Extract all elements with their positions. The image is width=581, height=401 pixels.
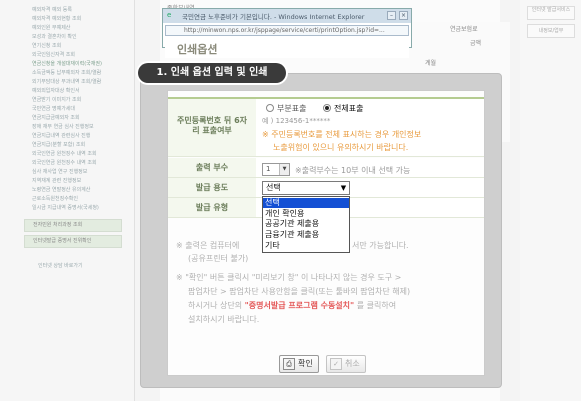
bg-menu-item[interactable]: 연금지급내역 관련심사 진행 bbox=[32, 132, 90, 139]
bg-menu-item[interactable]: 연금신청을 개설대재이력(국재권) bbox=[32, 60, 102, 67]
confirm-button[interactable]: ⎙ 확인 bbox=[279, 355, 319, 373]
radio-full-label[interactable]: 전체표출 bbox=[334, 103, 363, 114]
note-popup-3: 하시거나 상단의 "증명서발급 프로그램 수동설치" 를 클릭하여 bbox=[188, 300, 396, 311]
bg-menu-item[interactable]: 모성과 결혼차이 확인 bbox=[32, 33, 77, 40]
bg-menu-item[interactable]: 외국인임신자격 조회 bbox=[32, 51, 75, 58]
check-icon: ✓ bbox=[330, 358, 342, 370]
cancel-button-label: 취소 bbox=[345, 359, 360, 368]
bg-menu-item[interactable]: 지역재계 관련 진행정보 bbox=[32, 177, 81, 184]
note-popup-1: ※ "확인" 버튼 클릭시 "미리보기 창" 이 나타나지 않는 경우 도구 > bbox=[176, 273, 402, 282]
bg-menu-item[interactable]: 노령연금 연말정산 유의계산 bbox=[32, 186, 90, 193]
bg-right-button[interactable]: 내정보/업무 bbox=[527, 24, 575, 38]
radio-partial-label[interactable]: 부분표출 bbox=[277, 103, 306, 114]
bg-menu-item[interactable]: 외국인연금 원천징수 내역 조회 bbox=[32, 159, 97, 166]
bg-table-header: 연금보험료 bbox=[450, 26, 478, 33]
popup-heading-text: 인쇄옵션 bbox=[177, 43, 218, 56]
purpose-option[interactable]: 공공기관 제출용 bbox=[263, 219, 349, 229]
rrn-label-text: 주민등록번호 뒤 6자리 표출여부 bbox=[176, 116, 248, 135]
bg-right-button[interactable]: 인터넷 발급서비스 bbox=[527, 6, 575, 20]
bg-menu-item[interactable]: 연금지급(분할 포함) 조회 bbox=[32, 141, 85, 148]
purpose-label: 발급 용도 bbox=[168, 178, 256, 198]
minimize-icon[interactable]: – bbox=[387, 11, 396, 20]
popup-titlebar[interactable]: e 국민연금 노후준비가 기본입니다. - Windows Internet E… bbox=[163, 9, 411, 23]
popup-heading: 인쇄옵션 bbox=[165, 38, 409, 58]
bg-menu-item[interactable]: 예외자격 예외현황 조회 bbox=[32, 15, 81, 22]
note-popup-3-pre: 하시거나 상단의 bbox=[188, 301, 243, 310]
bg-menu-item[interactable]: 근로소득원천징수확인 bbox=[32, 195, 78, 202]
confirm-button-label: 확인 bbox=[298, 359, 313, 368]
purpose-select[interactable]: 선택 bbox=[262, 181, 350, 195]
manual-install-link[interactable]: "증명서발급 프로그램 수동설치" bbox=[245, 301, 355, 310]
rrn-example: 예 ) 123456-1****** bbox=[262, 117, 331, 125]
copies-label: 출력 부수 bbox=[168, 158, 256, 178]
purpose-option[interactable]: 선택 bbox=[263, 198, 349, 208]
note-shared-printer: (공유프린터 불가) bbox=[188, 254, 249, 263]
note-popup-3-post: 를 클릭하여 bbox=[356, 301, 397, 310]
bg-table-sub: 금액 bbox=[470, 40, 482, 47]
bg-menu-item[interactable]: 예외인원 무예제산 bbox=[32, 24, 70, 31]
note-print-post: 서만 가능합니다. bbox=[352, 241, 409, 250]
bg-menu-item[interactable]: 연금지급금예외자 조회 bbox=[32, 114, 80, 121]
copies-note: ※출력부수는 10부 이내 선택 가능 bbox=[295, 166, 411, 175]
type-label: 발급 유형 bbox=[168, 198, 256, 218]
background-right bbox=[520, 0, 581, 401]
rrn-warning-line2: 노출위험이 있으니 유의하시기 바랍니다. bbox=[273, 143, 409, 152]
note-print-pre: ※ 출력은 컴퓨터에 bbox=[176, 241, 240, 250]
radio-partial[interactable] bbox=[266, 104, 274, 112]
bg-side-link[interactable]: 인터넷 상담 바로가기 bbox=[38, 262, 83, 269]
bg-menu-item[interactable]: 장애 재무 연금 심사 진행정보 bbox=[32, 123, 94, 130]
radio-full[interactable] bbox=[323, 104, 331, 112]
rrn-label: 주민등록번호 뒤 6자리 표출여부 bbox=[168, 99, 256, 157]
purpose-option[interactable]: 개인 확인용 bbox=[263, 209, 349, 219]
note-popup-4: 설치하시기 바랍니다. bbox=[188, 315, 260, 324]
bg-menu-item[interactable]: 소득금액등 납부예외자 조회/열람 bbox=[32, 69, 101, 76]
bg-menu-item[interactable]: 심사 재사업 연구 진행정보 bbox=[32, 168, 87, 175]
bg-menu-item[interactable]: 외국인연금 원천징수 내역 조회 bbox=[32, 150, 97, 157]
chevron-down-icon[interactable]: ▼ bbox=[279, 164, 289, 175]
step-label: 1. 인쇄 옵션 입력 및 인쇄 bbox=[138, 63, 286, 83]
bg-side-box[interactable]: 인터넷발급 증명서 진위확인 bbox=[24, 235, 122, 248]
purpose-option[interactable]: 기타 bbox=[263, 241, 349, 251]
popup-title: 국민연금 노후준비가 기본입니다. - Windows Internet Exp… bbox=[182, 13, 365, 21]
bg-menu-item[interactable]: 연금받기 이미지가 조회 bbox=[32, 96, 81, 103]
ie-icon: e bbox=[167, 11, 172, 19]
bg-menu-item[interactable]: 예외외입자대상 확인서 bbox=[32, 87, 80, 94]
bg-table-row: 계월 bbox=[425, 60, 437, 67]
purpose-option[interactable]: 금융기관 제출용 bbox=[263, 230, 349, 240]
note-popup-2: 팝업차단 > 팝업차단 사용안함을 클릭(또는 툴바의 팝업차단 해제) bbox=[188, 287, 411, 296]
bg-menu-item[interactable]: 외기부담대상 부과내역 조회/열람 bbox=[32, 78, 101, 85]
bg-menu-item[interactable]: 연기신청 조회 bbox=[32, 42, 61, 49]
popup-window: e 국민연금 노후준비가 기본입니다. - Windows Internet E… bbox=[162, 8, 412, 58]
bg-menu-item[interactable]: 예외자격 예외 등록 bbox=[32, 6, 72, 13]
cancel-button[interactable]: ✓ 취소 bbox=[326, 355, 366, 373]
printer-icon: ⎙ bbox=[283, 358, 295, 370]
rrn-warning-line1: ※ 주민등록번호를 전체 표시하는 경우 개인정보 bbox=[262, 130, 422, 139]
bg-menu-item[interactable]: 국민연금 명예가세대 bbox=[32, 105, 75, 112]
bg-menu-item[interactable]: 일시금 지급내역 증명서(국세청) bbox=[32, 204, 99, 211]
background-left-menu: 예외자격 예외 등록 예외자격 예외현황 조회 예외인원 무예제산 모성과 결혼… bbox=[0, 0, 135, 401]
purpose-dropdown-list: 선택 개인 확인용 공공기관 제출용 금융기관 제출용 기타 bbox=[262, 196, 350, 253]
chevron-down-icon[interactable]: ▼ bbox=[338, 182, 349, 194]
address-bar[interactable]: http://minwon.nps.or.kr/jsppage/service/… bbox=[165, 25, 409, 36]
close-icon[interactable]: × bbox=[399, 11, 408, 20]
bg-side-box[interactable]: 전자민원 처리과정 조회 bbox=[24, 219, 122, 232]
